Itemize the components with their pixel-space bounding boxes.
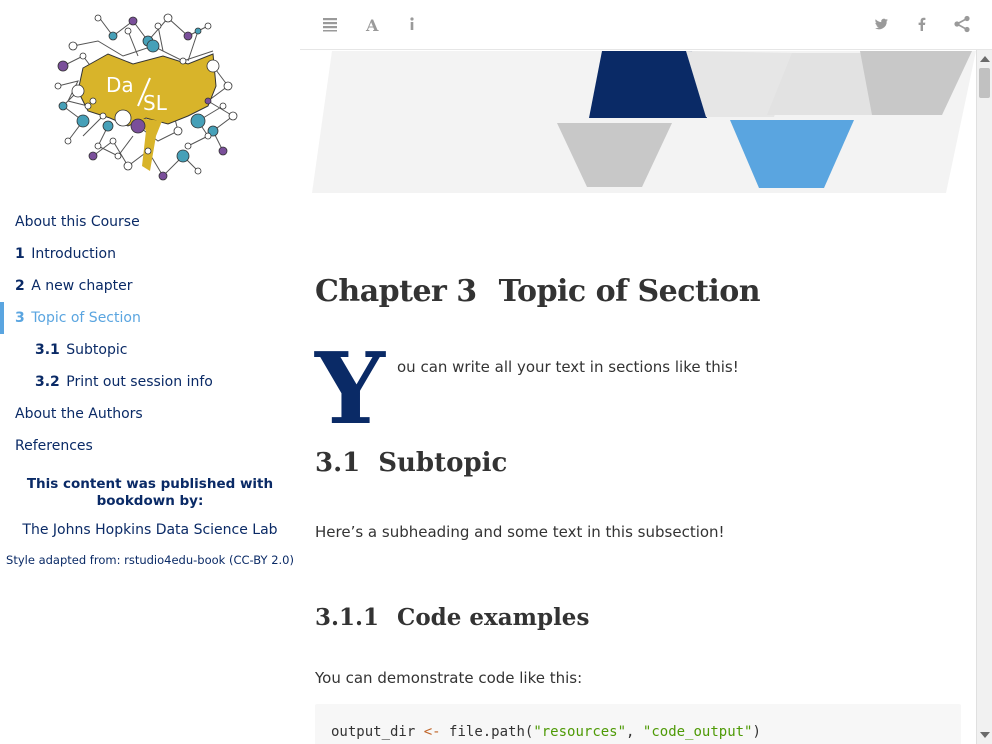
toc-item-new-chapter[interactable]: 2 A new chapter (0, 270, 300, 302)
toc-item-label: A new chapter (31, 278, 133, 294)
code-assign-operator: <- (423, 724, 441, 740)
table-of-contents: About this Course 1 Introduction 2 A new… (0, 206, 300, 462)
section-paragraph: Here’s a subheading and some text in thi… (315, 523, 725, 541)
svg-text:A: A (365, 16, 379, 34)
share-button[interactable] (952, 14, 972, 34)
section-title: Subtopic (378, 448, 508, 478)
toc-item-number: 3 (15, 310, 25, 326)
dasl-logo[interactable]: Da SL (38, 6, 243, 186)
toc-item-label: Topic of Section (31, 310, 141, 326)
code-string-arg: "code_output" (642, 724, 753, 740)
chapter-heading: Chapter 3 Topic of Section (315, 274, 761, 309)
code-string-arg: "resources" (533, 724, 627, 740)
toc-item-label: About the Authors (15, 406, 143, 422)
toc-item-label: Introduction (31, 246, 116, 262)
code-intro-paragraph: You can demonstrate code like this: (315, 669, 583, 687)
vertical-scrollbar[interactable] (976, 50, 992, 744)
code-function: file.path( (449, 724, 534, 740)
scrollbar-thumb[interactable] (979, 68, 990, 98)
toc-item-label: About this Course (15, 214, 140, 230)
info-button[interactable] (402, 14, 422, 34)
toc-item-number: 3.2 (35, 374, 60, 390)
style-credit-note: Style adapted from: rstudio4edu-book (CC… (6, 553, 294, 567)
toc-item-number: 3.1 (35, 342, 60, 358)
toc-toggle-icon (323, 18, 337, 32)
font-settings-icon: A (365, 16, 379, 34)
toc-item-label: Print out session info (66, 374, 213, 390)
toc-item-references[interactable]: References (0, 430, 300, 462)
toc-item-topic-of-section[interactable]: 3 Topic of Section (0, 302, 300, 334)
subsection-number: 3.1.1 (315, 604, 380, 631)
twitter-icon (874, 18, 888, 30)
toc-item-label: Subtopic (66, 342, 128, 358)
font-settings-button[interactable]: A (363, 14, 383, 34)
twitter-share-button[interactable] (871, 14, 891, 34)
toc-item-label: References (15, 438, 93, 454)
toc-toggle-button[interactable] (320, 14, 340, 34)
section-number: 3.1 (315, 448, 361, 478)
book-toolbar: A (300, 0, 992, 50)
toc-item-subtopic[interactable]: 3.1 Subtopic (0, 334, 300, 366)
toc-item-number: 2 (15, 278, 25, 294)
subsection-title: Code examples (397, 604, 590, 631)
jhu-dsl-link[interactable]: The Johns Hopkins Data Science Lab (0, 522, 300, 538)
code-close-paren: ) (752, 724, 761, 740)
chapter-label: Chapter 3 (315, 274, 477, 309)
toc-item-number: 1 (15, 246, 25, 262)
scroll-up-arrow-icon[interactable] (980, 56, 990, 62)
facebook-icon (918, 17, 926, 31)
dasl-logo-network-graphic: Da SL (54, 13, 238, 181)
book-content: Chapter 3 Topic of Section Y ou can write… (300, 51, 976, 744)
intro-paragraph: ou can write all your text in sections l… (397, 358, 739, 376)
chapter-title: Topic of Section (498, 274, 761, 309)
info-icon (410, 17, 414, 30)
code-separator: , (626, 724, 643, 740)
logo-text-bottom: SL (143, 91, 168, 115)
logo-text-top: Da (106, 73, 134, 97)
toc-item-session-info[interactable]: 3.2 Print out session info (0, 366, 300, 398)
dropcap-letter: Y (315, 332, 385, 447)
code-variable: output_dir (331, 724, 416, 740)
toc-item-about-course[interactable]: About this Course (0, 206, 300, 238)
sidebar: Da SL About this Course 1 Introduction 2… (0, 0, 300, 744)
chapter-banner-graphic (312, 51, 976, 193)
section-heading: 3.1 Subtopic (315, 448, 507, 478)
code-block[interactable]: output_dir <- file.path("resources", "co… (315, 704, 961, 744)
subsection-heading: 3.1.1 Code examples (315, 604, 589, 631)
share-icon (954, 15, 970, 33)
facebook-share-button[interactable] (912, 14, 932, 34)
toc-item-about-authors[interactable]: About the Authors (0, 398, 300, 430)
publish-note: This content was published with bookdown… (26, 476, 274, 509)
scroll-down-arrow-icon[interactable] (980, 732, 990, 738)
toc-item-introduction[interactable]: 1 Introduction (0, 238, 300, 270)
